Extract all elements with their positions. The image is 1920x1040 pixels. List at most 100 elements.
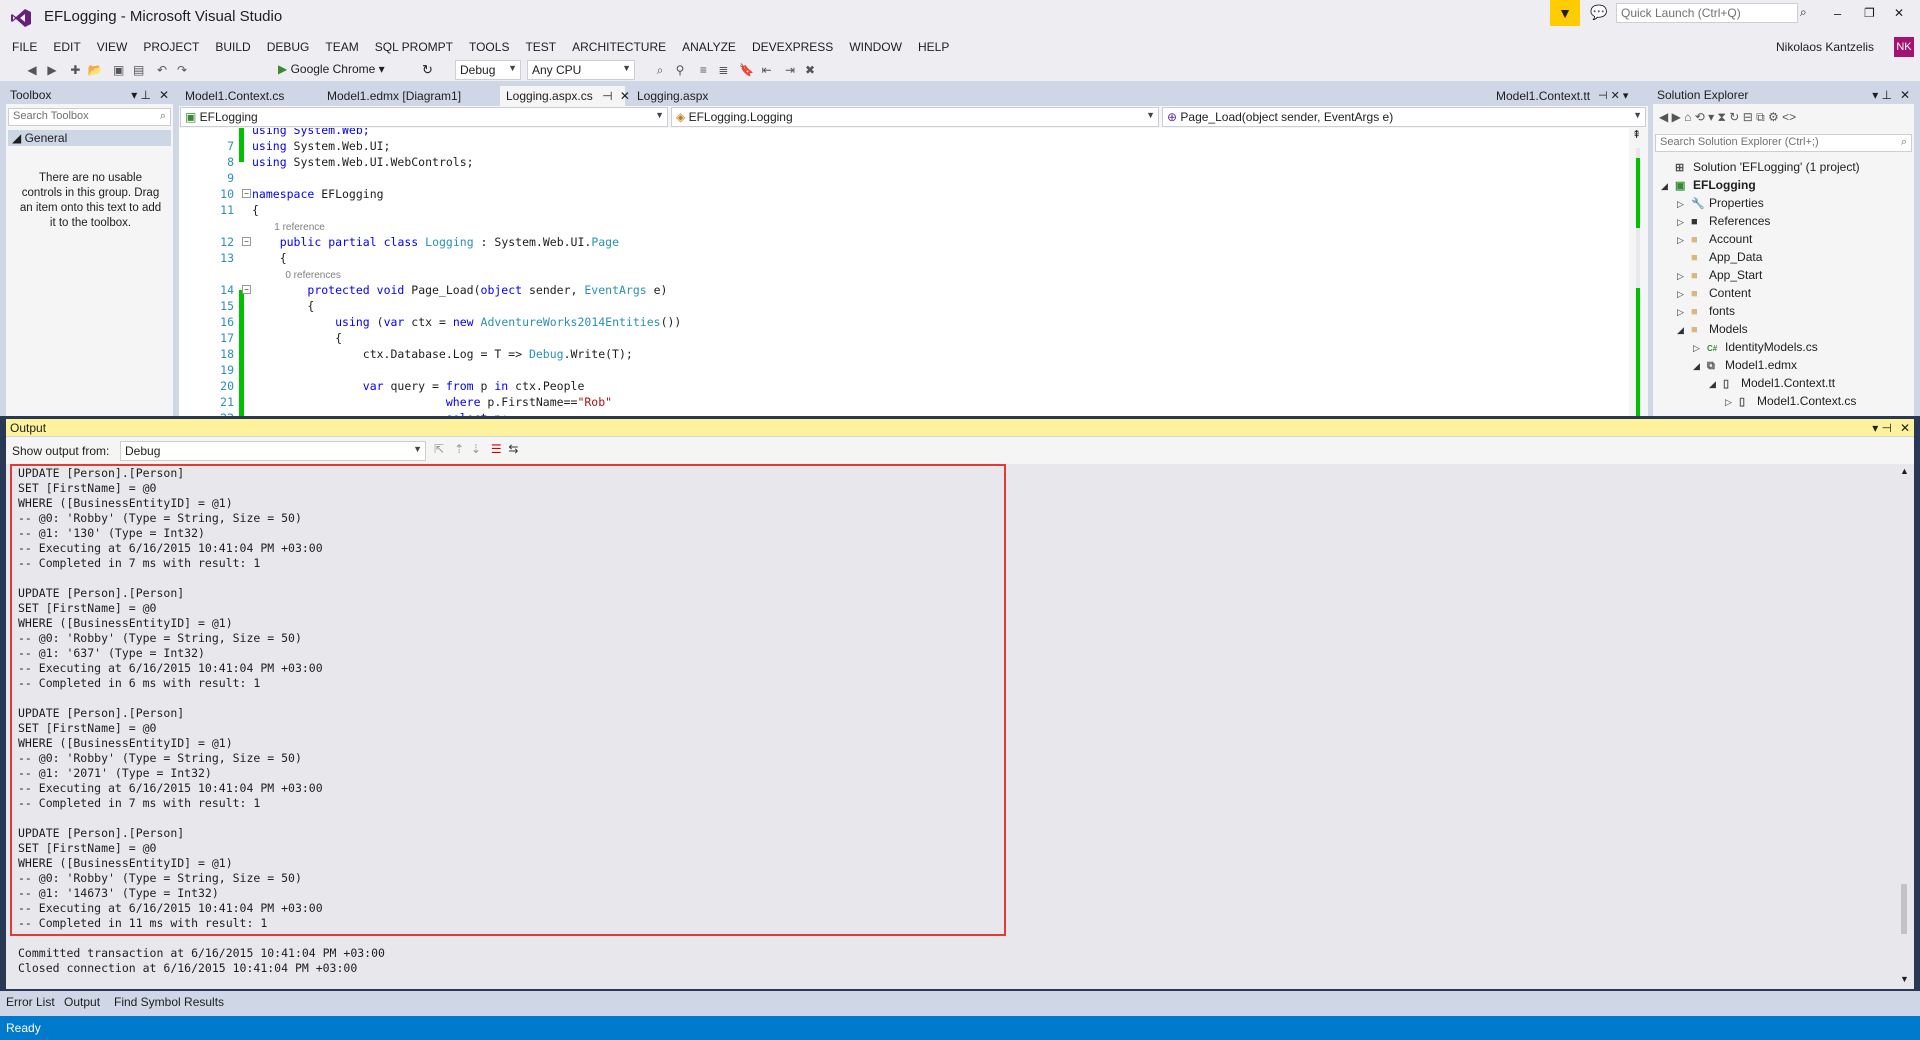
tree-item[interactable]: ▷ ■ App_Start [1677,266,1762,284]
pending-icon[interactable]: ⧗ [1718,110,1726,124]
clear-bookmarks-icon[interactable]: ✖ [801,61,819,79]
tree-item[interactable]: ◢ ▣ EFLogging [1661,176,1756,194]
menu-test[interactable]: TEST [517,36,564,58]
prev-bookmark-icon[interactable]: ⇤ [758,61,776,79]
menu-sql-prompt[interactable]: SQL PROMPT [367,36,461,58]
expander-icon[interactable]: ◢ [1661,177,1675,195]
undo-icon[interactable]: ↶ [153,61,171,79]
new-project-icon[interactable]: ✚ [66,61,84,79]
user-avatar[interactable]: NK [1894,37,1914,57]
refresh-icon[interactable]: ↻ [1729,110,1739,124]
collapse-toggle-icon[interactable]: − [242,237,251,246]
expander-icon[interactable]: ▷ [1677,303,1691,321]
redo-icon[interactable]: ↷ [173,61,191,79]
pin-icon[interactable]: ▾ ⊥ [1872,88,1892,102]
expander-icon[interactable]: ◢ [1677,321,1691,339]
split-icon[interactable]: ⇞ [1632,128,1641,141]
tree-item[interactable]: ⊞ Solution 'EFLogging' (1 project) [1661,158,1860,176]
tree-item[interactable]: ▷ C# IdentityModels.cs [1693,338,1818,356]
menu-analyze[interactable]: ANALYZE [674,36,744,58]
expander-icon[interactable]: ▷ [1725,393,1739,411]
collapse-toggle-icon[interactable]: − [242,285,251,294]
minimize-button[interactable]: – [1834,6,1841,21]
expander-icon[interactable]: ◢ [1693,357,1707,375]
feedback-icon[interactable]: 💬 [1590,4,1607,21]
menu-architecture[interactable]: ARCHITECTURE [564,36,674,58]
expander-icon[interactable]: ▷ [1677,285,1691,303]
menu-devexpress[interactable]: DEVEXPRESS [744,36,841,58]
close-tab-icon[interactable]: ✕ [620,89,630,103]
menu-tools[interactable]: TOOLS [461,36,517,58]
expander-icon[interactable]: ◢ [1709,375,1723,393]
collapse-toggle-icon[interactable]: − [242,189,251,198]
forward-icon[interactable]: ▶ [43,61,61,79]
expander-icon[interactable]: ▷ [1677,213,1691,231]
word-wrap-icon[interactable]: ⇆ [508,442,518,456]
attach-icon[interactable]: ⚲ [671,61,689,79]
tree-item[interactable]: ▷ ▯ Model1.Context.cs [1725,392,1856,410]
forward-icon[interactable]: ▶ [1672,110,1681,124]
pin-icon[interactable]: ▾ ⊥ [131,88,151,102]
save-icon[interactable]: ▣ [110,61,128,79]
tab-output[interactable]: Output [64,995,100,1009]
tab-logging-aspx-cs[interactable]: Logging.aspx.cs ⊣ ✕ [500,86,630,106]
refresh-icon[interactable]: ↻ [422,62,433,78]
properties-icon[interactable]: ⚙ [1768,110,1779,124]
view-code-icon[interactable]: <> [1782,110,1796,124]
next-message-icon[interactable]: ⇣ [471,442,481,456]
menu-build[interactable]: BUILD [207,36,258,58]
tree-item[interactable]: ▷ ■ Content [1677,284,1751,302]
uncomment-icon[interactable]: ≣ [714,61,732,79]
sync-icon[interactable]: ⟲ ▾ [1695,110,1714,124]
quick-launch-input[interactable]: Quick Launch (Ctrl+Q) [1616,3,1798,23]
member-dropdown[interactable]: ⊕ Page_Load(object sender, EventArgs e) ▼ [1162,107,1646,127]
save-all-icon[interactable]: ▤ [130,61,148,79]
tree-item[interactable]: ■ App_Data [1677,248,1762,266]
menu-window[interactable]: WINDOW [841,36,910,58]
expander-icon[interactable]: ▷ [1693,339,1707,357]
expander-icon[interactable]: ▷ [1677,231,1691,249]
find-message-icon[interactable]: ⇱ [434,442,444,456]
platform-select[interactable]: Any CPU ▼ [527,60,635,80]
menu-edit[interactable]: EDIT [45,36,88,58]
copy-icon[interactable]: ⧉ [1756,110,1765,124]
notifications-flag-icon[interactable]: ▼ [1550,0,1580,26]
close-icon[interactable]: ✕ [1900,88,1910,102]
output-source-select[interactable]: Debug ▼ [120,441,426,461]
menu-file[interactable]: FILE [4,36,45,58]
pin-icon[interactable]: ▾ ⊣ [1872,421,1892,435]
back-icon[interactable]: ◀ [1659,110,1668,124]
tab-model1-edmx-diagram[interactable]: Model1.edmx [Diagram1] [321,86,467,106]
menu-help[interactable]: HELP [910,36,957,58]
toolbox-search[interactable]: Search Toolbox ⌕ [8,108,171,126]
close-window-button[interactable]: ✕ [1894,6,1904,20]
tree-item[interactable]: ▷ ■ fonts [1677,302,1735,320]
back-icon[interactable]: ◀ [23,61,41,79]
tree-item[interactable]: ◢ ⧉ Model1.edmx [1693,356,1797,374]
pin-tab-icon[interactable]: ⊣ [602,89,612,103]
menu-debug[interactable]: DEBUG [259,36,318,58]
output-text-area[interactable]: UPDATE [Person].[Person] SET [FirstName] … [6,464,1894,989]
expander-icon[interactable]: ▷ [1677,195,1691,213]
solution-config-select[interactable]: Debug ▼ [455,60,521,80]
tree-item[interactable]: ▷ ■ Account [1677,230,1752,248]
editor-vertical-scrollbar[interactable]: ⇞ [1629,128,1648,416]
maximize-button[interactable]: ❐ [1864,6,1875,20]
tab-find-symbol-results[interactable]: Find Symbol Results [114,995,224,1009]
expander-icon[interactable]: ▷ [1677,267,1691,285]
bookmark-icon[interactable]: 🔖 [738,61,756,79]
close-icon[interactable]: ✕ [1900,421,1910,435]
start-debugging-button[interactable]: ▶ Google Chrome ▾ [278,62,385,76]
menu-view[interactable]: VIEW [89,36,136,58]
menu-project[interactable]: PROJECT [135,36,207,58]
comment-icon[interactable]: ≡ [694,61,712,79]
tab-model1-context-cs[interactable]: Model1.Context.cs [179,86,291,106]
tab-error-list[interactable]: Error List [6,995,55,1009]
tree-item[interactable]: ◢ ■ Models [1677,320,1748,338]
project-dropdown[interactable]: ▣ EFLogging ▼ [180,107,668,127]
menu-team[interactable]: TEAM [317,36,366,58]
tree-item[interactable]: ▷ 🔧 Properties [1677,194,1764,212]
solution-search[interactable]: Search Solution Explorer (Ctrl+;) ⌕ [1655,134,1912,152]
tab-model1-context-tt[interactable]: Model1.Context.tt [1490,86,1596,106]
home-icon[interactable]: ⌂ [1684,110,1691,124]
